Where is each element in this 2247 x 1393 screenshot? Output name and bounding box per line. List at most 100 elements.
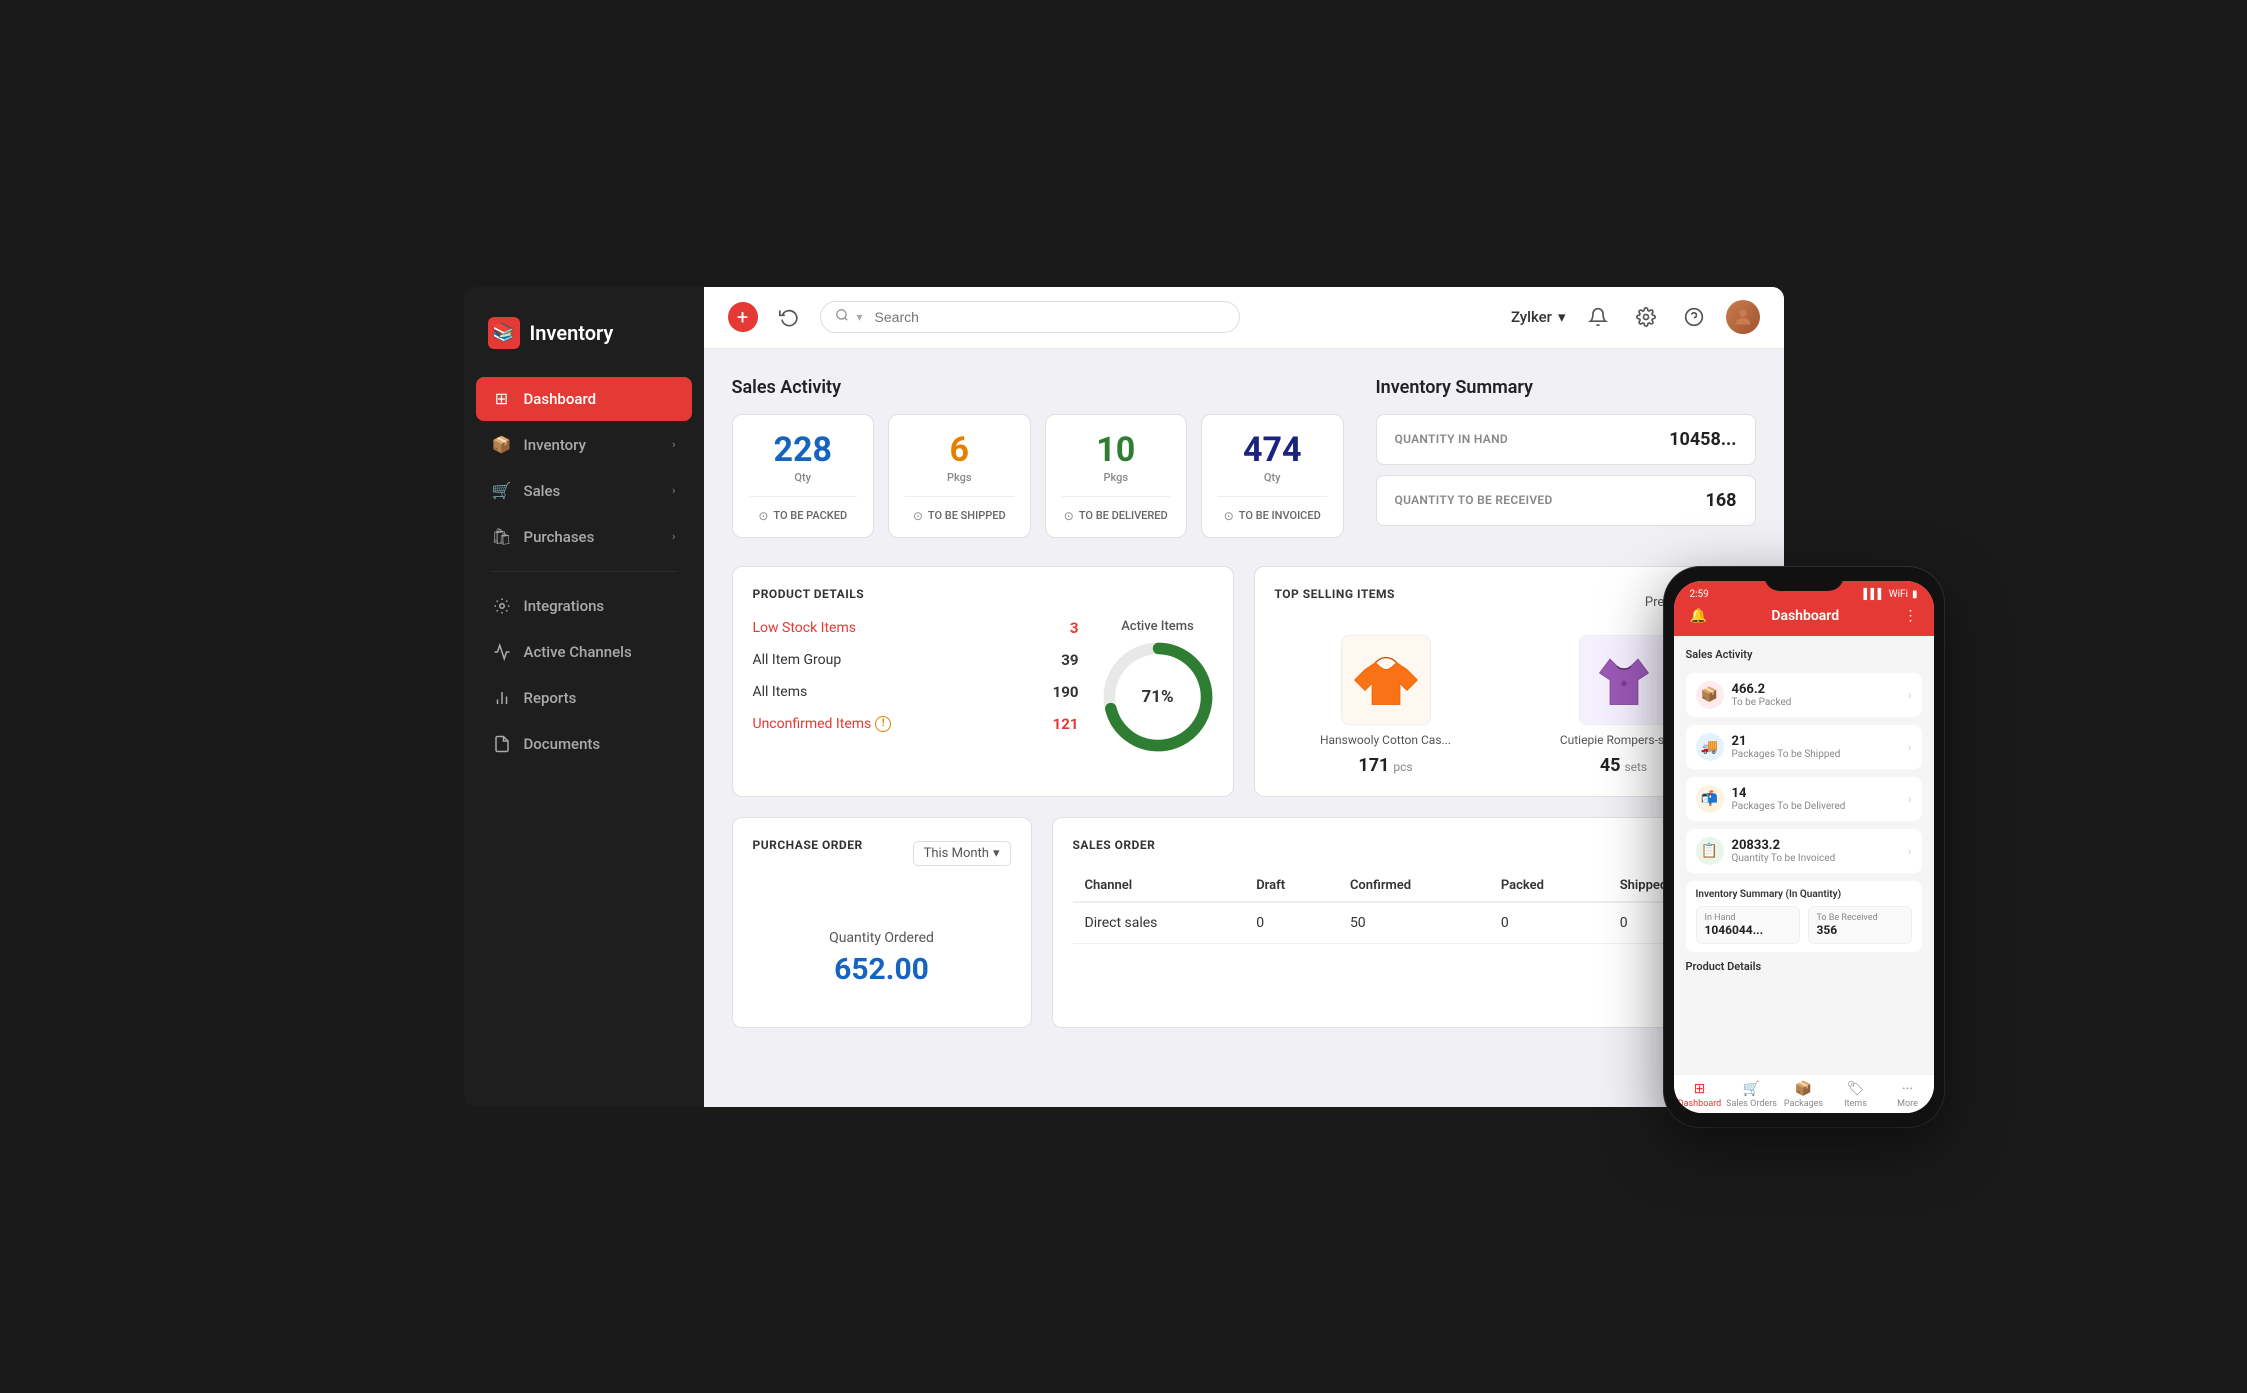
phone-activity-delivered[interactable]: 📬 14 Packages To be Delivered › xyxy=(1686,777,1922,821)
sidebar-logo: 📚 Inventory xyxy=(464,307,704,377)
phone-inv-in-hand: In Hand 1046044... xyxy=(1696,906,1800,944)
sidebar-item-label: Purchases xyxy=(524,528,595,546)
phone-nav-items[interactable]: 🏷 Items xyxy=(1830,1081,1882,1109)
phone-bottom-nav: ⊞ Dashboard 🛒 Sales Orders 📦 Packages 🏷 … xyxy=(1674,1074,1934,1113)
delivered-footer: ⊙ TO BE DELIVERED xyxy=(1064,509,1168,523)
circle-check-icon: ⊙ xyxy=(1064,509,1074,523)
phone-product-details-label: Product Details xyxy=(1686,960,1922,973)
item-qty-row-2: 45 sets xyxy=(1600,755,1647,776)
circle-check-icon: ⊙ xyxy=(758,509,768,523)
sales-card-to-be-invoiced[interactable]: 474 Qty ⊙ TO BE INVOICED xyxy=(1201,414,1344,538)
sidebar-item-label: Integrations xyxy=(524,597,605,615)
search-input[interactable] xyxy=(875,309,1225,325)
phone-nav-packages-label: Packages xyxy=(1784,1099,1823,1109)
top-sections-row: Sales Activity 228 Qty ⊙ TO BE PACKED xyxy=(732,377,1756,538)
purchase-order-card: PURCHASE ORDER This Month ▾ Quantity Ord… xyxy=(732,817,1032,1028)
warning-icon: ! xyxy=(875,716,891,732)
chevron-down-icon: ▾ xyxy=(1558,308,1566,326)
phone-activity-info-invoiced: 20833.2 Quantity To be Invoiced xyxy=(1732,838,1900,864)
invoiced-footer: ⊙ TO BE INVOICED xyxy=(1224,509,1321,523)
top-selling-item-1: Hanswooly Cotton Cas... 171 pcs xyxy=(1275,635,1497,776)
item-qty-1: 171 xyxy=(1358,755,1389,776)
phone-arrow-icon: › xyxy=(1908,688,1912,702)
sidebar-item-reports[interactable]: Reports xyxy=(476,676,692,720)
phone-mockup: 2:59 ▌▌▌ WiFi ▮ 🔔 Dashboard ⋮ Sales Acti… xyxy=(1664,567,1944,1127)
sidebar-item-active-channels[interactable]: Active Channels xyxy=(476,630,692,674)
phone-nav-sales-orders[interactable]: 🛒 Sales Orders xyxy=(1726,1081,1778,1109)
active-items-chart: Active Items 71% xyxy=(1103,619,1213,752)
sidebar-item-integrations[interactable]: Integrations xyxy=(476,584,692,628)
phone-shipped-value: 21 xyxy=(1732,734,1900,749)
donut-chart: 71% xyxy=(1103,642,1213,752)
packed-footer-text: TO BE PACKED xyxy=(773,509,847,522)
avatar[interactable] xyxy=(1726,300,1760,334)
sales-card-to-be-shipped[interactable]: 6 Pkgs ⊙ TO BE SHIPPED xyxy=(888,414,1031,538)
low-stock-label[interactable]: Low Stock Items xyxy=(753,620,856,636)
phone-bell-icon: 🔔 xyxy=(1690,608,1707,624)
phone-delivered-desc: Packages To be Delivered xyxy=(1732,801,1900,812)
phone-arrow-icon: › xyxy=(1908,792,1912,806)
phone-nav-more[interactable]: ··· More xyxy=(1882,1081,1934,1109)
unconfirmed-row: Unconfirmed Items ! 121 xyxy=(753,715,1079,733)
low-stock-row: Low Stock Items 3 xyxy=(753,619,1079,637)
sidebar-item-sales[interactable]: 🛒 Sales › xyxy=(476,469,692,513)
org-name: Zylker xyxy=(1511,308,1552,326)
phone-activity-invoiced[interactable]: 📋 20833.2 Quantity To be Invoiced › xyxy=(1686,829,1922,873)
history-button[interactable] xyxy=(774,302,804,332)
main-content: + ▾ Zylker ▾ xyxy=(704,287,1784,1107)
so-packed: 0 xyxy=(1489,902,1608,944)
phone-sales-activity-label: Sales Activity xyxy=(1686,648,1922,661)
po-filter[interactable]: This Month ▾ xyxy=(913,841,1011,866)
phone-delivered-value: 14 xyxy=(1732,786,1900,801)
integrations-icon xyxy=(492,596,512,616)
invoiced-unit: Qty xyxy=(1264,471,1281,484)
in-hand-label: QUANTITY IN HAND xyxy=(1395,432,1509,446)
sales-card-to-be-packed[interactable]: 228 Qty ⊙ TO BE PACKED xyxy=(732,414,875,538)
settings-button[interactable] xyxy=(1630,301,1662,333)
phone-invoiced-desc: Quantity To be Invoiced xyxy=(1732,853,1900,864)
phone-nav-dashboard[interactable]: ⊞ Dashboard xyxy=(1674,1081,1726,1109)
product-details-card: PRODUCT DETAILS Low Stock Items 3 All It… xyxy=(732,566,1234,797)
phone-activity-packed[interactable]: 📦 466.2 To be Packed › xyxy=(1686,673,1922,717)
shipped-unit: Pkgs xyxy=(947,471,972,484)
org-selector[interactable]: Zylker ▾ xyxy=(1511,308,1566,326)
item-image-1 xyxy=(1341,635,1431,725)
add-button[interactable]: + xyxy=(728,302,758,332)
phone-packed-desc: To be Packed xyxy=(1732,697,1900,708)
so-col-confirmed: Confirmed xyxy=(1338,870,1489,902)
po-content: Quantity Ordered 652.00 xyxy=(753,910,1011,1007)
po-qty-value: 652.00 xyxy=(834,952,929,987)
sidebar-item-inventory[interactable]: 📦 Inventory › xyxy=(476,423,692,467)
sidebar-item-label: Inventory xyxy=(524,436,586,454)
phone-ship-icon: 🚚 xyxy=(1696,733,1724,761)
item-group-row: All Item Group 39 xyxy=(753,651,1079,669)
search-bar[interactable]: ▾ xyxy=(820,301,1240,333)
sidebar-item-documents[interactable]: Documents xyxy=(476,722,692,766)
inventory-summary-title: Inventory Summary xyxy=(1376,377,1756,398)
sidebar-item-purchases[interactable]: 🛍 Purchases › xyxy=(476,515,692,559)
chevron-right-icon: › xyxy=(672,530,675,543)
phone-deliver-icon: 📬 xyxy=(1696,785,1724,813)
card-divider xyxy=(905,496,1014,497)
phone-activity-shipped[interactable]: 🚚 21 Packages To be Shipped › xyxy=(1686,725,1922,769)
inv-summary-in-hand: QUANTITY IN HAND 10458... xyxy=(1376,414,1756,465)
sales-card-to-be-delivered[interactable]: 10 Pkgs ⊙ TO BE DELIVERED xyxy=(1045,414,1188,538)
delivered-number: 10 xyxy=(1096,433,1135,467)
sidebar-item-dashboard[interactable]: ⊞ Dashboard xyxy=(476,377,692,421)
in-hand-value: 10458... xyxy=(1669,429,1736,450)
phone-nav-packages[interactable]: 📦 Packages xyxy=(1778,1081,1830,1109)
topbar: + ▾ Zylker ▾ xyxy=(704,287,1784,349)
notifications-button[interactable] xyxy=(1582,301,1614,333)
phone-frame: 2:59 ▌▌▌ WiFi ▮ 🔔 Dashboard ⋮ Sales Acti… xyxy=(1664,567,1944,1127)
phone-inv-summary-title: Inventory Summary (In Quantity) xyxy=(1696,889,1912,900)
phone-wifi-icon: WiFi xyxy=(1889,589,1908,600)
help-button[interactable] xyxy=(1678,301,1710,333)
item-group-value: 39 xyxy=(1061,651,1078,669)
search-icon xyxy=(835,308,849,326)
unconfirmed-label[interactable]: Unconfirmed Items xyxy=(753,716,872,732)
inventory-icon: 📦 xyxy=(492,435,512,455)
phone-menu-icon: ⋮ xyxy=(1903,608,1917,624)
card-divider xyxy=(1062,496,1171,497)
phone-nav-dashboard-label: Dashboard xyxy=(1678,1099,1722,1109)
app-logo-text: Inventory xyxy=(530,321,614,345)
